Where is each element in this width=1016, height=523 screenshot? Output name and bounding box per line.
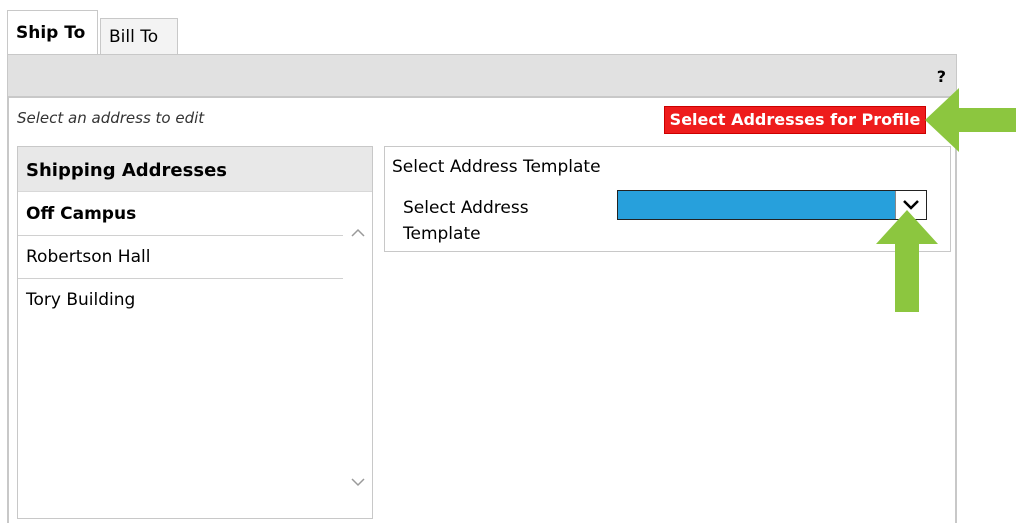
address-item-robertson-hall[interactable]: Robertson Hall xyxy=(18,236,343,279)
address-template-label: Select Address Template xyxy=(403,198,529,244)
list-scrollbar[interactable] xyxy=(344,193,372,518)
shipping-addresses-title: Shipping Addresses xyxy=(18,147,372,192)
scroll-down-icon[interactable] xyxy=(350,474,366,490)
tab-ship-to[interactable]: Ship To xyxy=(7,10,98,54)
shipping-addresses-panel: Shipping Addresses Off Campus Robertson … xyxy=(17,146,373,519)
address-item-tory-building[interactable]: Tory Building xyxy=(18,279,343,321)
ship-to-panel: Select an address to edit Select Address… xyxy=(7,96,957,523)
select-addresses-for-profile-button[interactable]: Select Addresses for Profile xyxy=(664,106,926,134)
shipping-addresses-list: Off Campus Robertson Hall Tory Building xyxy=(18,193,343,321)
edit-hint: Select an address to edit xyxy=(17,109,205,127)
arrow-up-icon xyxy=(876,210,938,312)
arrow-left-icon xyxy=(925,88,1016,152)
tab-header-bar: ? xyxy=(7,54,957,96)
tab-bill-to[interactable]: Bill To xyxy=(100,18,178,54)
address-template-panel: Select Address Template Select Address T… xyxy=(384,146,951,252)
address-template-title: Select Address Template xyxy=(392,157,601,177)
help-button[interactable]: ? xyxy=(937,67,946,86)
address-item-off-campus[interactable]: Off Campus xyxy=(18,193,343,236)
scroll-up-icon[interactable] xyxy=(350,225,366,241)
